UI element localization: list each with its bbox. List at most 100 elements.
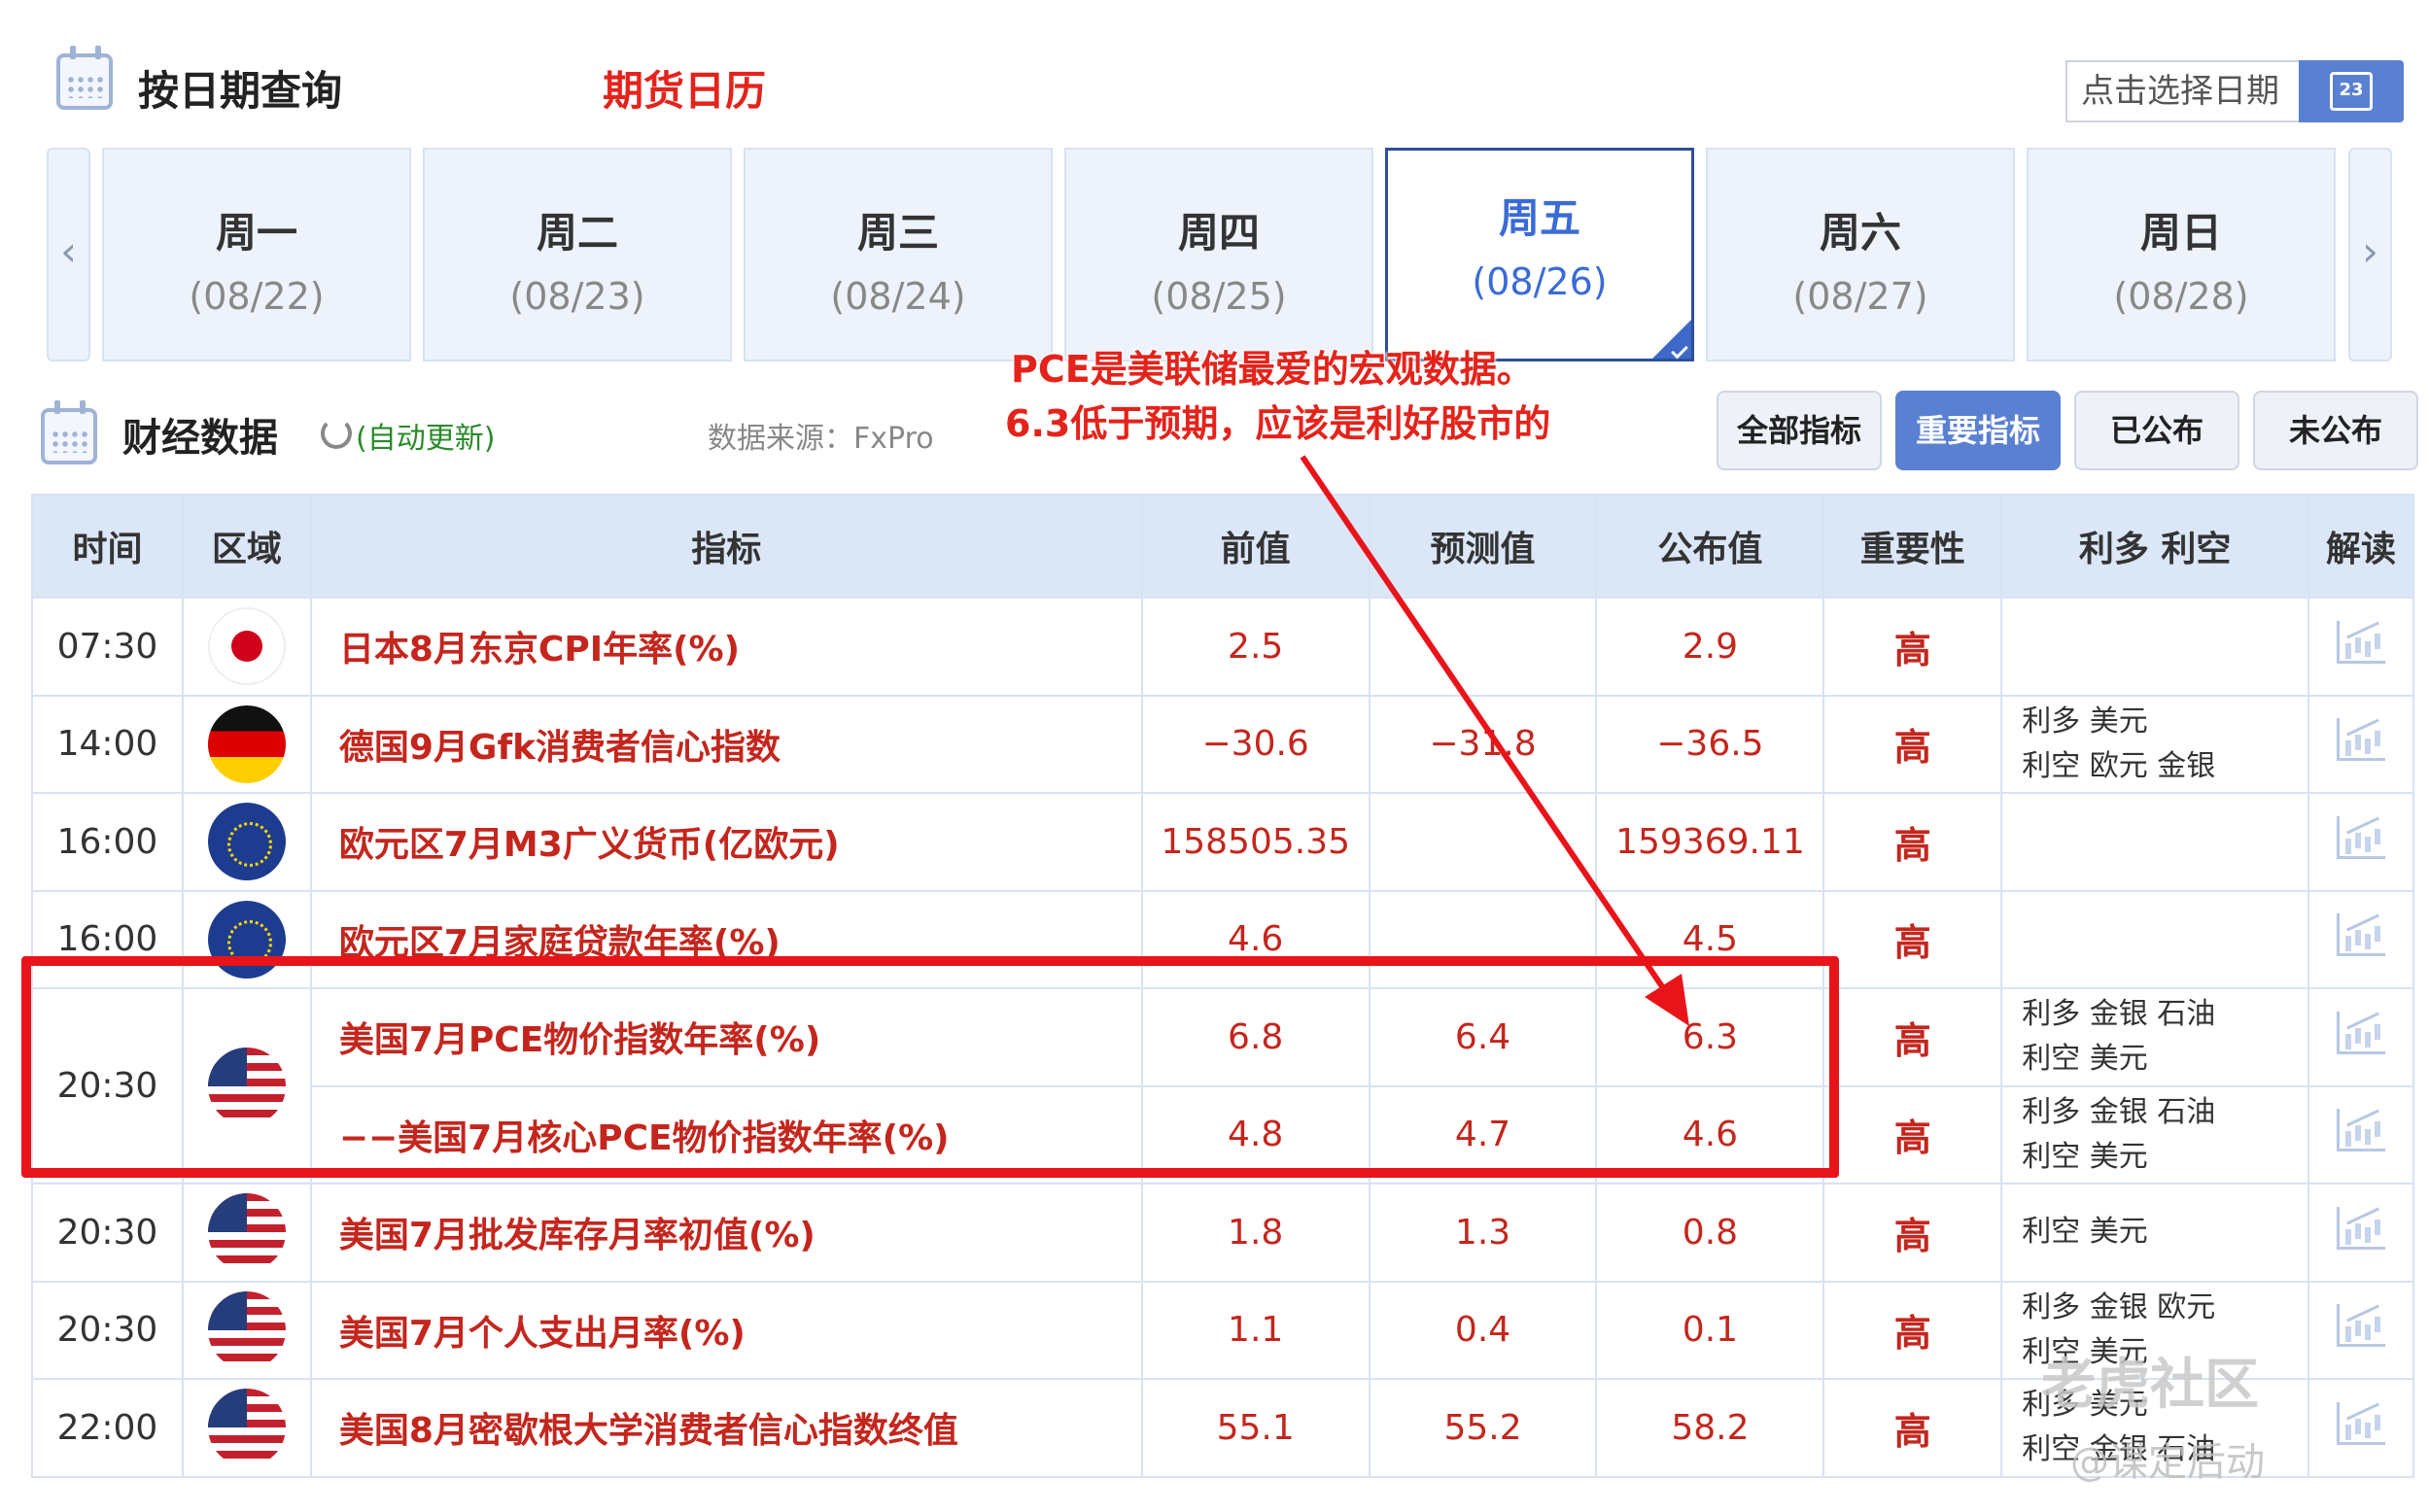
date-picker-input[interactable]: 点击选择日期 — [2065, 60, 2299, 122]
day-date: (08/23) — [509, 275, 645, 318]
day-tab-sun[interactable]: 周日 (08/28) — [2027, 148, 2336, 361]
filter-unpublished-button[interactable]: 未公布 — [2253, 391, 2418, 470]
chart-icon[interactable] — [2337, 620, 2386, 664]
analysis-cell[interactable] — [2308, 792, 2414, 892]
row-indicator[interactable]: 美国8月密歇根大学消费者信心指数终值 — [309, 1378, 1143, 1478]
bear-text: 利空 美元 — [2022, 1139, 2148, 1174]
bull-text: 利多 美元 — [2022, 704, 2148, 739]
date-query-header: 按日期查询 期货日历 点击选择日期 23 — [0, 0, 2429, 146]
row-actual: 2.9 — [1595, 597, 1825, 697]
row-importance: 高 — [1822, 1183, 2003, 1283]
day-name: 周三 — [856, 209, 939, 257]
chart-icon[interactable] — [2337, 1401, 2386, 1445]
row-actual: 58.2 — [1595, 1378, 1825, 1478]
us-flag-icon — [207, 1193, 286, 1272]
day-name: 周二 — [536, 209, 618, 257]
col-indicator: 指标 — [309, 494, 1143, 599]
chart-icon[interactable] — [2337, 1109, 2386, 1152]
row-forecast: 0.4 — [1368, 1280, 1598, 1380]
table-row[interactable]: 07:30 日本8月东京CPI年率(%) 2.5 2.9 高 — [31, 597, 2414, 697]
row-impact: 利多 金银 石油 利空 美元 — [2000, 1084, 2310, 1185]
row-indicator[interactable]: 美国7月个人支出月率(%) — [309, 1280, 1143, 1380]
auto-update-label[interactable]: (自动更新) — [356, 414, 495, 457]
row-indicator[interactable]: 欧元区7月M3广义货币(亿欧元) — [309, 792, 1143, 892]
col-previous: 前值 — [1140, 494, 1371, 599]
row-impact — [2000, 792, 2310, 892]
table-row[interactable]: 14:00 德国9月Gfk消费者信心指数 −30.6 −31.8 −36.5 高… — [31, 694, 2414, 794]
table-row[interactable]: 16:00 欧元区7月M3广义货币(亿欧元) 158505.35 159369.… — [31, 792, 2414, 892]
futures-calendar-link[interactable]: 期货日历 — [603, 58, 766, 118]
row-forecast: −31.8 — [1368, 694, 1598, 794]
calendar-icon — [56, 46, 113, 110]
bull-text: 利多 金银 欧元 — [2022, 1289, 2216, 1324]
row-actual: 0.8 — [1595, 1183, 1825, 1283]
filter-published-button[interactable]: 已公布 — [2074, 391, 2239, 470]
day-tab-wed[interactable]: 周三 (08/24) — [744, 148, 1053, 361]
row-forecast — [1368, 597, 1598, 697]
data-source: 数据来源：FxPro — [708, 422, 934, 456]
row-impact: 利多 金银 石油 利空 美元 — [2000, 987, 2310, 1087]
row-forecast: 1.3 — [1368, 1183, 1598, 1283]
next-week-button[interactable]: › — [2348, 148, 2392, 361]
row-indicator[interactable]: 日本8月东京CPI年率(%) — [309, 597, 1143, 697]
filter-important-button[interactable]: 重要指标 — [1895, 391, 2061, 470]
refresh-icon[interactable] — [321, 418, 352, 449]
us-flag-icon — [207, 1290, 286, 1369]
analysis-cell[interactable] — [2308, 1280, 2414, 1380]
day-tab-sat[interactable]: 周六 (08/27) — [1706, 148, 2015, 361]
chart-icon[interactable] — [2337, 913, 2386, 957]
region-cell — [181, 1280, 312, 1380]
region-cell — [181, 694, 312, 794]
annotation-note: PCE是美联储最爱的宏观数据。 6.3低于预期，应该是利好股市的 — [1005, 342, 1550, 451]
col-importance: 重要性 — [1822, 494, 2003, 599]
row-previous: 2.5 — [1140, 597, 1371, 697]
analysis-cell[interactable] — [2308, 1378, 2414, 1478]
day-tab-thu[interactable]: 周四 (08/25) — [1064, 148, 1373, 361]
analysis-cell[interactable] — [2308, 987, 2414, 1087]
day-tab-mon[interactable]: 周一 (08/22) — [102, 148, 411, 361]
row-importance: 高 — [1822, 597, 2003, 697]
analysis-cell[interactable] — [2308, 597, 2414, 697]
region-cell — [181, 1183, 312, 1283]
row-forecast: 55.2 — [1368, 1378, 1598, 1478]
chart-icon[interactable] — [2337, 1304, 2386, 1348]
chart-icon[interactable] — [2337, 718, 2386, 762]
bear-text: 利空 欧元 金银 — [2022, 748, 2216, 783]
bull-text: 利多 金银 石油 — [2022, 1094, 2216, 1129]
prev-week-button[interactable]: ‹ — [47, 148, 90, 361]
row-previous: 55.1 — [1140, 1378, 1371, 1478]
analysis-cell[interactable] — [2308, 889, 2414, 989]
day-name: 周日 — [2139, 209, 2222, 257]
chart-icon[interactable] — [2337, 1011, 2386, 1054]
row-indicator[interactable]: 美国7月批发库存月率初值(%) — [309, 1183, 1143, 1283]
analysis-cell[interactable] — [2308, 694, 2414, 794]
table-row[interactable]: 20:30 美国7月批发库存月率初值(%) 1.8 1.3 0.8 高 利空 美… — [31, 1183, 2414, 1283]
page-title: 按日期查询 — [138, 67, 343, 115]
row-importance: 高 — [1822, 792, 2003, 892]
us-flag-icon — [207, 1389, 286, 1467]
analysis-cell[interactable] — [2308, 1183, 2414, 1283]
row-previous: 158505.35 — [1140, 792, 1371, 892]
analysis-cell[interactable] — [2308, 1084, 2414, 1185]
date-picker-button[interactable]: 23 — [2299, 60, 2404, 122]
row-impact: 利多 美元利空 欧元 金银 — [2000, 694, 2310, 794]
germany-flag-icon — [207, 704, 286, 783]
day-date: (08/24) — [830, 275, 966, 318]
chart-icon[interactable] — [2337, 1206, 2386, 1250]
day-name: 周一 — [215, 209, 297, 257]
row-importance: 高 — [1822, 1084, 2003, 1185]
filter-all-button[interactable]: 全部指标 — [1717, 391, 1882, 470]
row-impact: 利空 美元 — [2000, 1183, 2310, 1283]
row-importance: 高 — [1822, 889, 2003, 989]
watermark-handle: @谋定后动 — [2070, 1440, 2265, 1485]
day-date: (08/28) — [2113, 275, 2249, 318]
row-actual: −36.5 — [1595, 694, 1825, 794]
day-tab-fri[interactable]: 周五 (08/26) — [1385, 148, 1694, 361]
row-time: 22:00 — [31, 1378, 184, 1478]
col-impact: 利多 利空 — [2000, 494, 2310, 599]
calendar-icon: 23 — [2330, 72, 2373, 111]
chart-icon[interactable] — [2337, 815, 2386, 859]
day-tab-tue[interactable]: 周二 (08/23) — [423, 148, 732, 361]
row-indicator[interactable]: 德国9月Gfk消费者信心指数 — [309, 694, 1143, 794]
japan-flag-icon — [207, 607, 286, 686]
